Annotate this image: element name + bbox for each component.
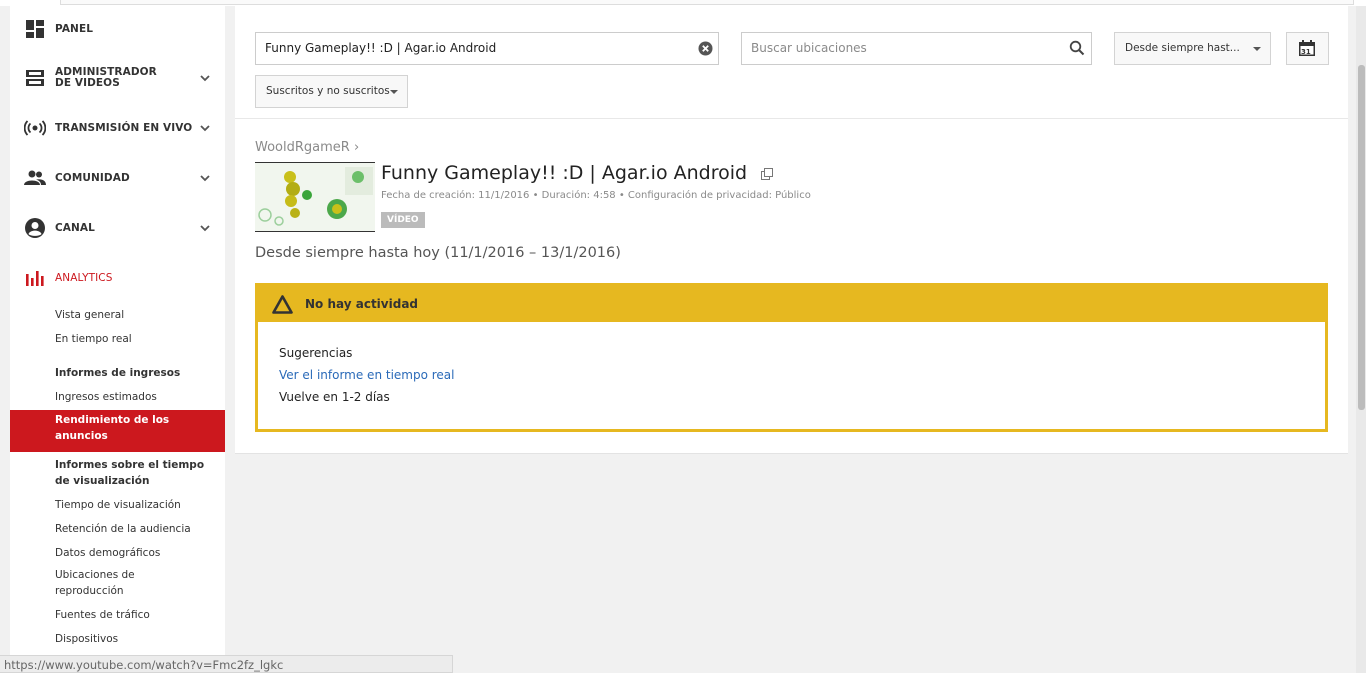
dashboard-icon	[24, 18, 46, 40]
alert-title: No hay actividad	[305, 297, 419, 311]
channel-breadcrumb[interactable]: WooldRgameR ›	[255, 140, 359, 155]
nav-sub-watchtime-reports[interactable]: Informes sobre el tiempo de visualizació…	[55, 457, 205, 489]
account-circle-icon	[24, 217, 46, 239]
page-scrollbar[interactable]	[1356, 6, 1366, 673]
nav-live-label: TRANSMISIÓN EN VIVO	[55, 121, 193, 134]
nav-community[interactable]: COMUNIDAD	[10, 158, 225, 198]
nav-sub-realtime[interactable]: En tiempo real	[55, 331, 215, 347]
breadcrumb-separator: ›	[353, 140, 360, 155]
community-icon	[24, 167, 46, 189]
filter-bar: Funny Gameplay!! :D | Agar.io Android Bu…	[235, 6, 1348, 119]
subscribers-label: Suscritos y no suscritos	[266, 85, 390, 97]
nav-sub-demographics[interactable]: Datos demográficos	[55, 545, 215, 561]
nav-sub-watch-time[interactable]: Tiempo de visualización	[55, 497, 215, 513]
calendar-button[interactable]: 31	[1286, 32, 1329, 65]
location-search-input[interactable]: Buscar ubicaciones	[741, 32, 1092, 65]
video-search-value: Funny Gameplay!! :D | Agar.io Android	[265, 41, 497, 55]
location-search-placeholder: Buscar ubicaciones	[751, 41, 867, 55]
chevron-down-icon[interactable]	[199, 172, 211, 184]
nav-sub-traffic-sources[interactable]: Fuentes de tráfico	[55, 607, 215, 623]
caret-down-icon	[390, 90, 398, 94]
no-activity-alert: No hay actividad Sugerencias Ver el info…	[255, 283, 1328, 432]
nav-live[interactable]: TRANSMISIÓN EN VIVO	[10, 108, 225, 148]
live-broadcast-icon	[24, 117, 46, 139]
scrollbar-thumb[interactable]	[1358, 65, 1365, 410]
search-icon[interactable]	[1069, 40, 1085, 56]
nav-video-manager[interactable]: ADMINISTRADOR DE VIDEOS	[10, 58, 225, 98]
link-status-bar: https://www.youtube.com/watch?v=Fmc2fz_l…	[0, 655, 453, 673]
warning-icon	[272, 295, 293, 314]
video-type-badge: VÍDEO	[381, 212, 425, 228]
suggestions-title: Sugerencias	[279, 346, 353, 360]
video-thumbnail[interactable]	[255, 162, 375, 232]
video-manager-icon	[24, 67, 46, 89]
nav-sub-devices[interactable]: Dispositivos	[55, 631, 215, 647]
subscribers-dropdown[interactable]: Suscritos y no suscritos	[255, 75, 408, 108]
calendar-day: 31	[1301, 48, 1311, 56]
nav-community-label: COMUNIDAD	[55, 171, 130, 184]
return-hint: Vuelve en 1-2 días	[279, 390, 390, 404]
nav-sub-overview[interactable]: Vista general	[55, 307, 215, 323]
nav-sub-audience-retention[interactable]: Retención de la audiencia	[55, 521, 215, 537]
date-range-dropdown[interactable]: Desde siempre hast...	[1114, 32, 1271, 65]
video-search-input[interactable]: Funny Gameplay!! :D | Agar.io Android	[255, 32, 719, 65]
nav-sub-revenue-reports[interactable]: Informes de ingresos	[55, 365, 215, 381]
nav-channel-label: CANAL	[55, 221, 95, 234]
nav-analytics-label: ANALYTICS	[55, 271, 113, 284]
realtime-report-link[interactable]: Ver el informe en tiempo real	[279, 368, 454, 382]
main-content: Funny Gameplay!! :D | Agar.io Android Bu…	[235, 6, 1348, 454]
analytics-bars-icon	[24, 267, 46, 289]
date-range-label: Desde siempre hast...	[1125, 42, 1240, 54]
chevron-down-icon[interactable]	[199, 222, 211, 234]
clear-icon[interactable]	[698, 41, 713, 56]
date-range-heading: Desde siempre hasta hoy (11/1/2016 – 13/…	[255, 245, 621, 261]
nav-channel[interactable]: CANAL	[10, 208, 225, 248]
caret-down-icon	[1253, 47, 1261, 51]
thumbnail-image	[255, 163, 375, 231]
video-title-row: Funny Gameplay!! :D | Agar.io Android	[381, 162, 774, 184]
nav-panel[interactable]: PANEL	[10, 9, 225, 49]
external-link-icon[interactable]	[761, 167, 774, 180]
channel-name[interactable]: WooldRgameR	[255, 140, 350, 155]
chevron-down-icon[interactable]	[199, 72, 211, 84]
top-toolbar-inner	[60, 0, 1354, 5]
alert-header: No hay actividad	[258, 286, 1325, 322]
nav-sub-ad-performance[interactable]: Rendimiento de los anuncios	[10, 410, 225, 452]
nav-sub-ad-performance-label: Rendimiento de los anuncios	[55, 414, 170, 442]
video-title[interactable]: Funny Gameplay!! :D | Agar.io Android	[381, 162, 747, 184]
status-url: https://www.youtube.com/watch?v=Fmc2fz_l…	[4, 658, 284, 672]
chevron-down-icon[interactable]	[199, 122, 211, 134]
nav-sub-playback-locations[interactable]: Ubicaciones de reproducción	[55, 567, 165, 599]
nav-panel-label: PANEL	[55, 22, 94, 35]
nav-video-manager-label: ADMINISTRADOR DE VIDEOS	[55, 66, 157, 89]
video-meta: Fecha de creación: 11/1/2016 • Duración:…	[381, 190, 811, 201]
sidebar: PANEL ADMINISTRADOR DE VIDEOS TRANSMISIÓ…	[10, 6, 225, 673]
nav-sub-estimated-revenue[interactable]: Ingresos estimados	[55, 389, 215, 405]
nav-analytics[interactable]: ANALYTICS	[10, 258, 225, 298]
